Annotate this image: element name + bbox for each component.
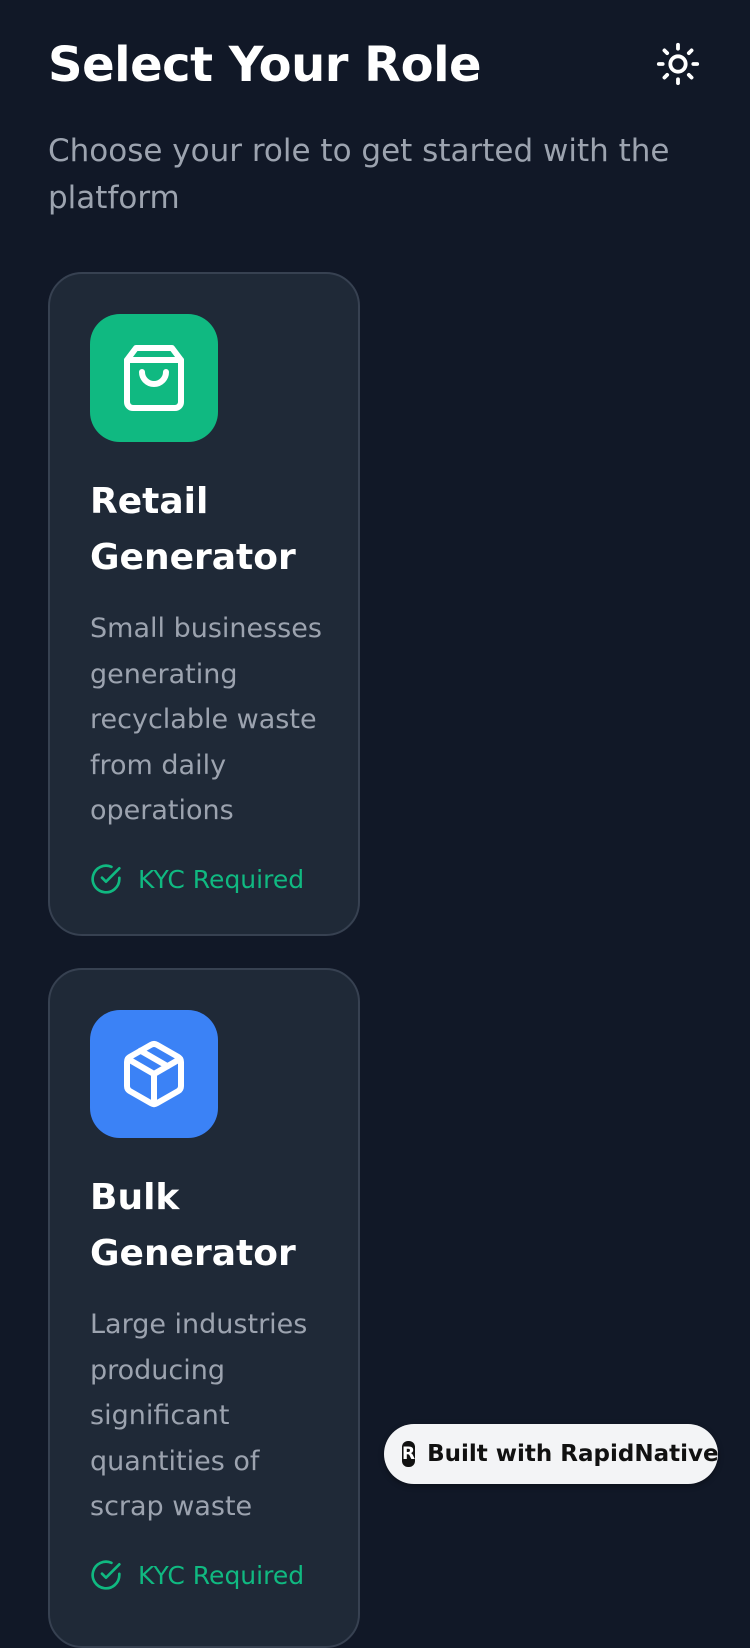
role-card-bulk-generator[interactable]: Bulk Generator Large industries producin… [48, 968, 360, 1648]
built-with-rapidnative-badge[interactable]: R Built with RapidNative [384, 1424, 719, 1484]
package-icon [124, 1041, 184, 1108]
page-subtitle: Choose your role to get started with the… [48, 133, 670, 216]
role-card-retail-generator[interactable]: Retail Generator Small businesses genera… [48, 272, 360, 936]
role-icon-box [90, 1010, 218, 1138]
theme-toggle-button[interactable] [652, 38, 704, 90]
shopping-bag-icon [124, 345, 184, 411]
check-circle-icon [91, 1560, 121, 1590]
page-title: Select Your Role [48, 37, 482, 93]
badge-label: Built with RapidNative [427, 1441, 719, 1467]
kyc-label: KYC Required [138, 864, 305, 894]
role-icon-box [90, 314, 218, 442]
role-title: Bulk Generator [90, 1177, 296, 1274]
check-circle-icon [91, 864, 121, 894]
role-description: Large industries producing significant q… [90, 1309, 308, 1522]
role-title: Retail Generator [90, 481, 296, 578]
kyc-status: KYC Required [90, 862, 304, 896]
rapidnative-logo-icon: R [402, 1441, 416, 1467]
kyc-status: KYC Required [90, 1558, 304, 1592]
kyc-label: KYC Required [138, 1560, 305, 1590]
role-description: Small businesses generating recyclable w… [90, 613, 322, 826]
sun-icon [656, 42, 700, 86]
